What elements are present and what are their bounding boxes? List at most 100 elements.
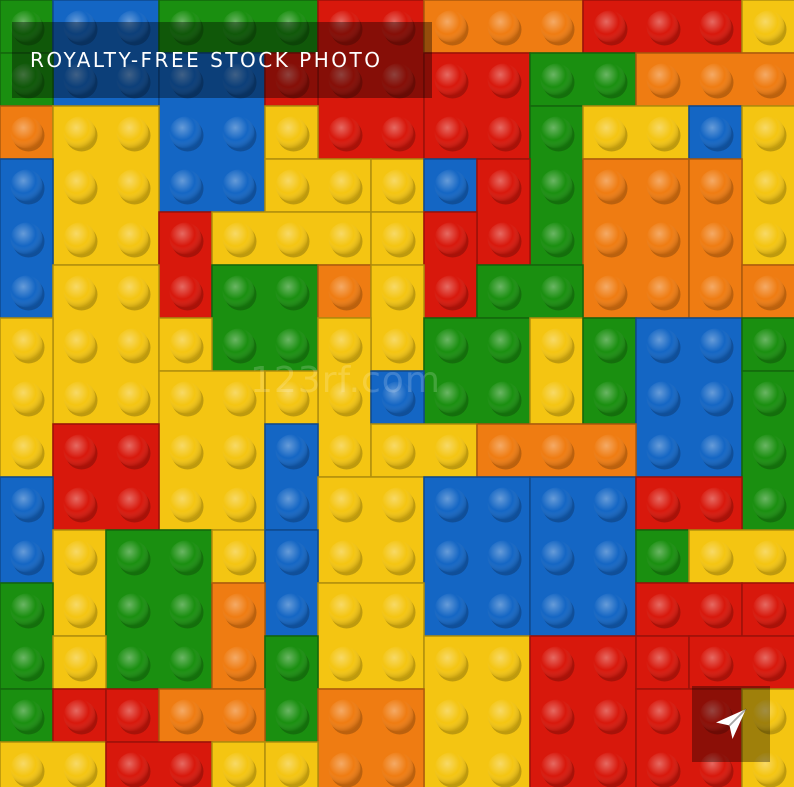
stud-highlight xyxy=(169,169,202,202)
stud-highlight xyxy=(275,540,308,573)
stud-highlight xyxy=(540,63,573,96)
stud-highlight xyxy=(434,275,467,308)
stud-highlight xyxy=(169,593,202,626)
stud-highlight xyxy=(646,434,679,467)
stud-highlight xyxy=(699,540,732,573)
watermark: 123rf.com xyxy=(250,360,441,401)
stud-highlight xyxy=(63,593,96,626)
stud-highlight xyxy=(752,10,785,43)
stud-highlight xyxy=(699,646,732,679)
stud-highlight xyxy=(593,63,626,96)
stud-highlight xyxy=(222,328,255,361)
stud-highlight xyxy=(275,487,308,520)
stud-highlight xyxy=(540,646,573,679)
stud-highlight xyxy=(593,752,626,785)
stud-highlight xyxy=(699,10,732,43)
stud-highlight xyxy=(275,328,308,361)
stud-highlight xyxy=(752,540,785,573)
stud-highlight xyxy=(116,116,149,149)
stud-highlight xyxy=(646,487,679,520)
stud-highlight xyxy=(169,540,202,573)
stud-highlight xyxy=(169,275,202,308)
stud-highlight xyxy=(381,752,414,785)
stud-highlight xyxy=(487,275,520,308)
stud-highlight xyxy=(63,381,96,414)
stud-highlight xyxy=(593,699,626,732)
stud-highlight xyxy=(487,63,520,96)
stud-highlight xyxy=(540,222,573,255)
stud-highlight xyxy=(646,646,679,679)
stud-highlight xyxy=(434,10,467,43)
stud-highlight xyxy=(593,646,626,679)
stud-highlight xyxy=(116,487,149,520)
stud-highlight xyxy=(646,222,679,255)
stud-highlight xyxy=(434,752,467,785)
stud-highlight xyxy=(699,328,732,361)
stud-highlight xyxy=(10,275,43,308)
stud-highlight xyxy=(752,63,785,96)
stud-highlight xyxy=(540,434,573,467)
stud-highlight xyxy=(328,434,361,467)
stud-highlight xyxy=(381,169,414,202)
stud-highlight xyxy=(275,593,308,626)
stud-highlight xyxy=(540,752,573,785)
stud-highlight xyxy=(699,275,732,308)
stud-highlight xyxy=(752,275,785,308)
stud-highlight xyxy=(593,10,626,43)
stud-highlight xyxy=(540,116,573,149)
stud-highlight xyxy=(646,540,679,573)
stud-highlight xyxy=(434,699,467,732)
stud-highlight xyxy=(275,646,308,679)
stud-highlight xyxy=(434,646,467,679)
stud-highlight xyxy=(381,540,414,573)
stud-highlight xyxy=(487,169,520,202)
stud-highlight xyxy=(116,381,149,414)
stud-highlight xyxy=(487,116,520,149)
stud-highlight xyxy=(222,540,255,573)
stud-highlight xyxy=(328,540,361,573)
stud-highlight xyxy=(487,487,520,520)
stud-highlight xyxy=(540,275,573,308)
stud-highlight xyxy=(116,434,149,467)
share-button[interactable] xyxy=(692,686,770,762)
stud-highlight xyxy=(10,434,43,467)
stud-highlight xyxy=(752,593,785,626)
stud-highlight xyxy=(699,222,732,255)
stud-highlight xyxy=(222,275,255,308)
stud-highlight xyxy=(752,169,785,202)
stud-highlight xyxy=(593,116,626,149)
stud-highlight xyxy=(63,275,96,308)
stud-highlight xyxy=(487,646,520,679)
stud-highlight xyxy=(381,328,414,361)
stud-highlight xyxy=(593,328,626,361)
stud-highlight xyxy=(222,116,255,149)
stock-photo: 123rf.com ROYALTY-FREE STOCK PHOTO xyxy=(0,0,794,787)
stud-highlight xyxy=(434,434,467,467)
royalty-free-badge: ROYALTY-FREE STOCK PHOTO xyxy=(12,22,432,98)
stud-highlight xyxy=(222,222,255,255)
stud-highlight xyxy=(275,222,308,255)
stud-highlight xyxy=(222,646,255,679)
stud-highlight xyxy=(434,540,467,573)
stud-highlight xyxy=(169,646,202,679)
stud-highlight xyxy=(275,275,308,308)
stud-highlight xyxy=(222,169,255,202)
stud-highlight xyxy=(381,222,414,255)
stud-highlight xyxy=(434,328,467,361)
stud-highlight xyxy=(646,275,679,308)
stud-highlight xyxy=(328,752,361,785)
stud-highlight xyxy=(593,222,626,255)
stud-highlight xyxy=(10,699,43,732)
stud-highlight xyxy=(593,593,626,626)
stud-highlight xyxy=(116,169,149,202)
stud-highlight xyxy=(646,593,679,626)
stud-highlight xyxy=(328,116,361,149)
stud-highlight xyxy=(752,381,785,414)
stud-highlight xyxy=(646,169,679,202)
stud-highlight xyxy=(381,593,414,626)
stud-highlight xyxy=(540,10,573,43)
stud-highlight xyxy=(752,222,785,255)
stud-highlight xyxy=(434,487,467,520)
stud-highlight xyxy=(487,10,520,43)
stud-highlight xyxy=(328,646,361,679)
